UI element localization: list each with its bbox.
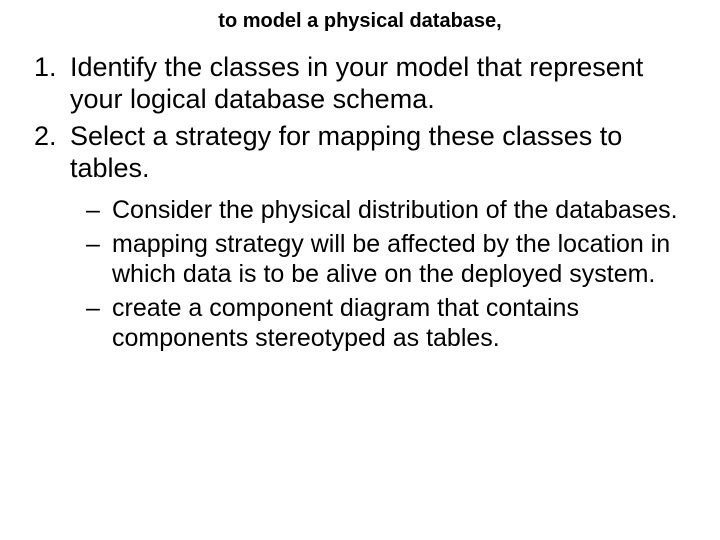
list-item: mapping strategy will be affected by the… [86, 229, 690, 289]
list-item: Select a strategy for mapping these clas… [64, 120, 690, 185]
list-item: create a component diagram that contains… [86, 293, 690, 353]
list-item: Identify the classes in your model that … [64, 51, 690, 116]
slide: to model a physical database, Identify t… [0, 0, 720, 540]
sub-list: Consider the physical distribution of th… [30, 195, 690, 353]
main-list: Identify the classes in your model that … [30, 51, 690, 185]
list-item: Consider the physical distribution of th… [86, 195, 690, 225]
slide-title: to model a physical database, [30, 10, 690, 33]
